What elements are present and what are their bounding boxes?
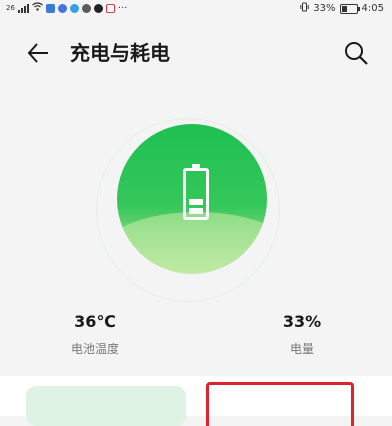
- battery-temperature-label: 电池温度: [70, 342, 119, 356]
- highlighted-option-card[interactable]: [206, 382, 354, 426]
- network-type-label: 26: [6, 4, 15, 12]
- option-card[interactable]: [26, 386, 186, 426]
- search-button[interactable]: [343, 40, 369, 66]
- battery-percent-text: 33%: [313, 3, 336, 14]
- more-notifications-icon: ···: [117, 2, 128, 14]
- battery-temperature-stat: 36℃ 电池温度: [45, 311, 145, 357]
- message-icon: [93, 3, 103, 13]
- battery-icon: [183, 164, 209, 220]
- battery-indicator-icon: [339, 3, 360, 14]
- status-bar: 26 ··· 33% 4:05: [0, 0, 392, 18]
- wifi-icon: [32, 2, 43, 14]
- back-button[interactable]: [26, 40, 52, 66]
- search-icon: [345, 42, 368, 65]
- battery-status-circle: [117, 124, 267, 274]
- signal-icon: [17, 3, 29, 13]
- battery-level-value: 33%: [282, 312, 322, 331]
- bottom-section: [0, 376, 392, 426]
- app-notification-icon: [105, 3, 115, 13]
- vibrate-icon: [300, 2, 309, 15]
- back-arrow-icon: [27, 43, 48, 63]
- battery-level-label: 电量: [289, 342, 314, 356]
- page-title: 充电与耗电: [70, 41, 170, 65]
- battery-temperature-value: 36℃: [74, 312, 116, 331]
- app-header: 充电与耗电: [0, 28, 392, 78]
- battery-level-stat: 33% 电量: [252, 311, 352, 357]
- app-notification-icon: [81, 3, 91, 13]
- app-notification-icon: [69, 3, 79, 13]
- app-notification-icon: [45, 3, 55, 13]
- clock-time: 4:05: [361, 3, 384, 14]
- app-notification-icon: [57, 3, 67, 13]
